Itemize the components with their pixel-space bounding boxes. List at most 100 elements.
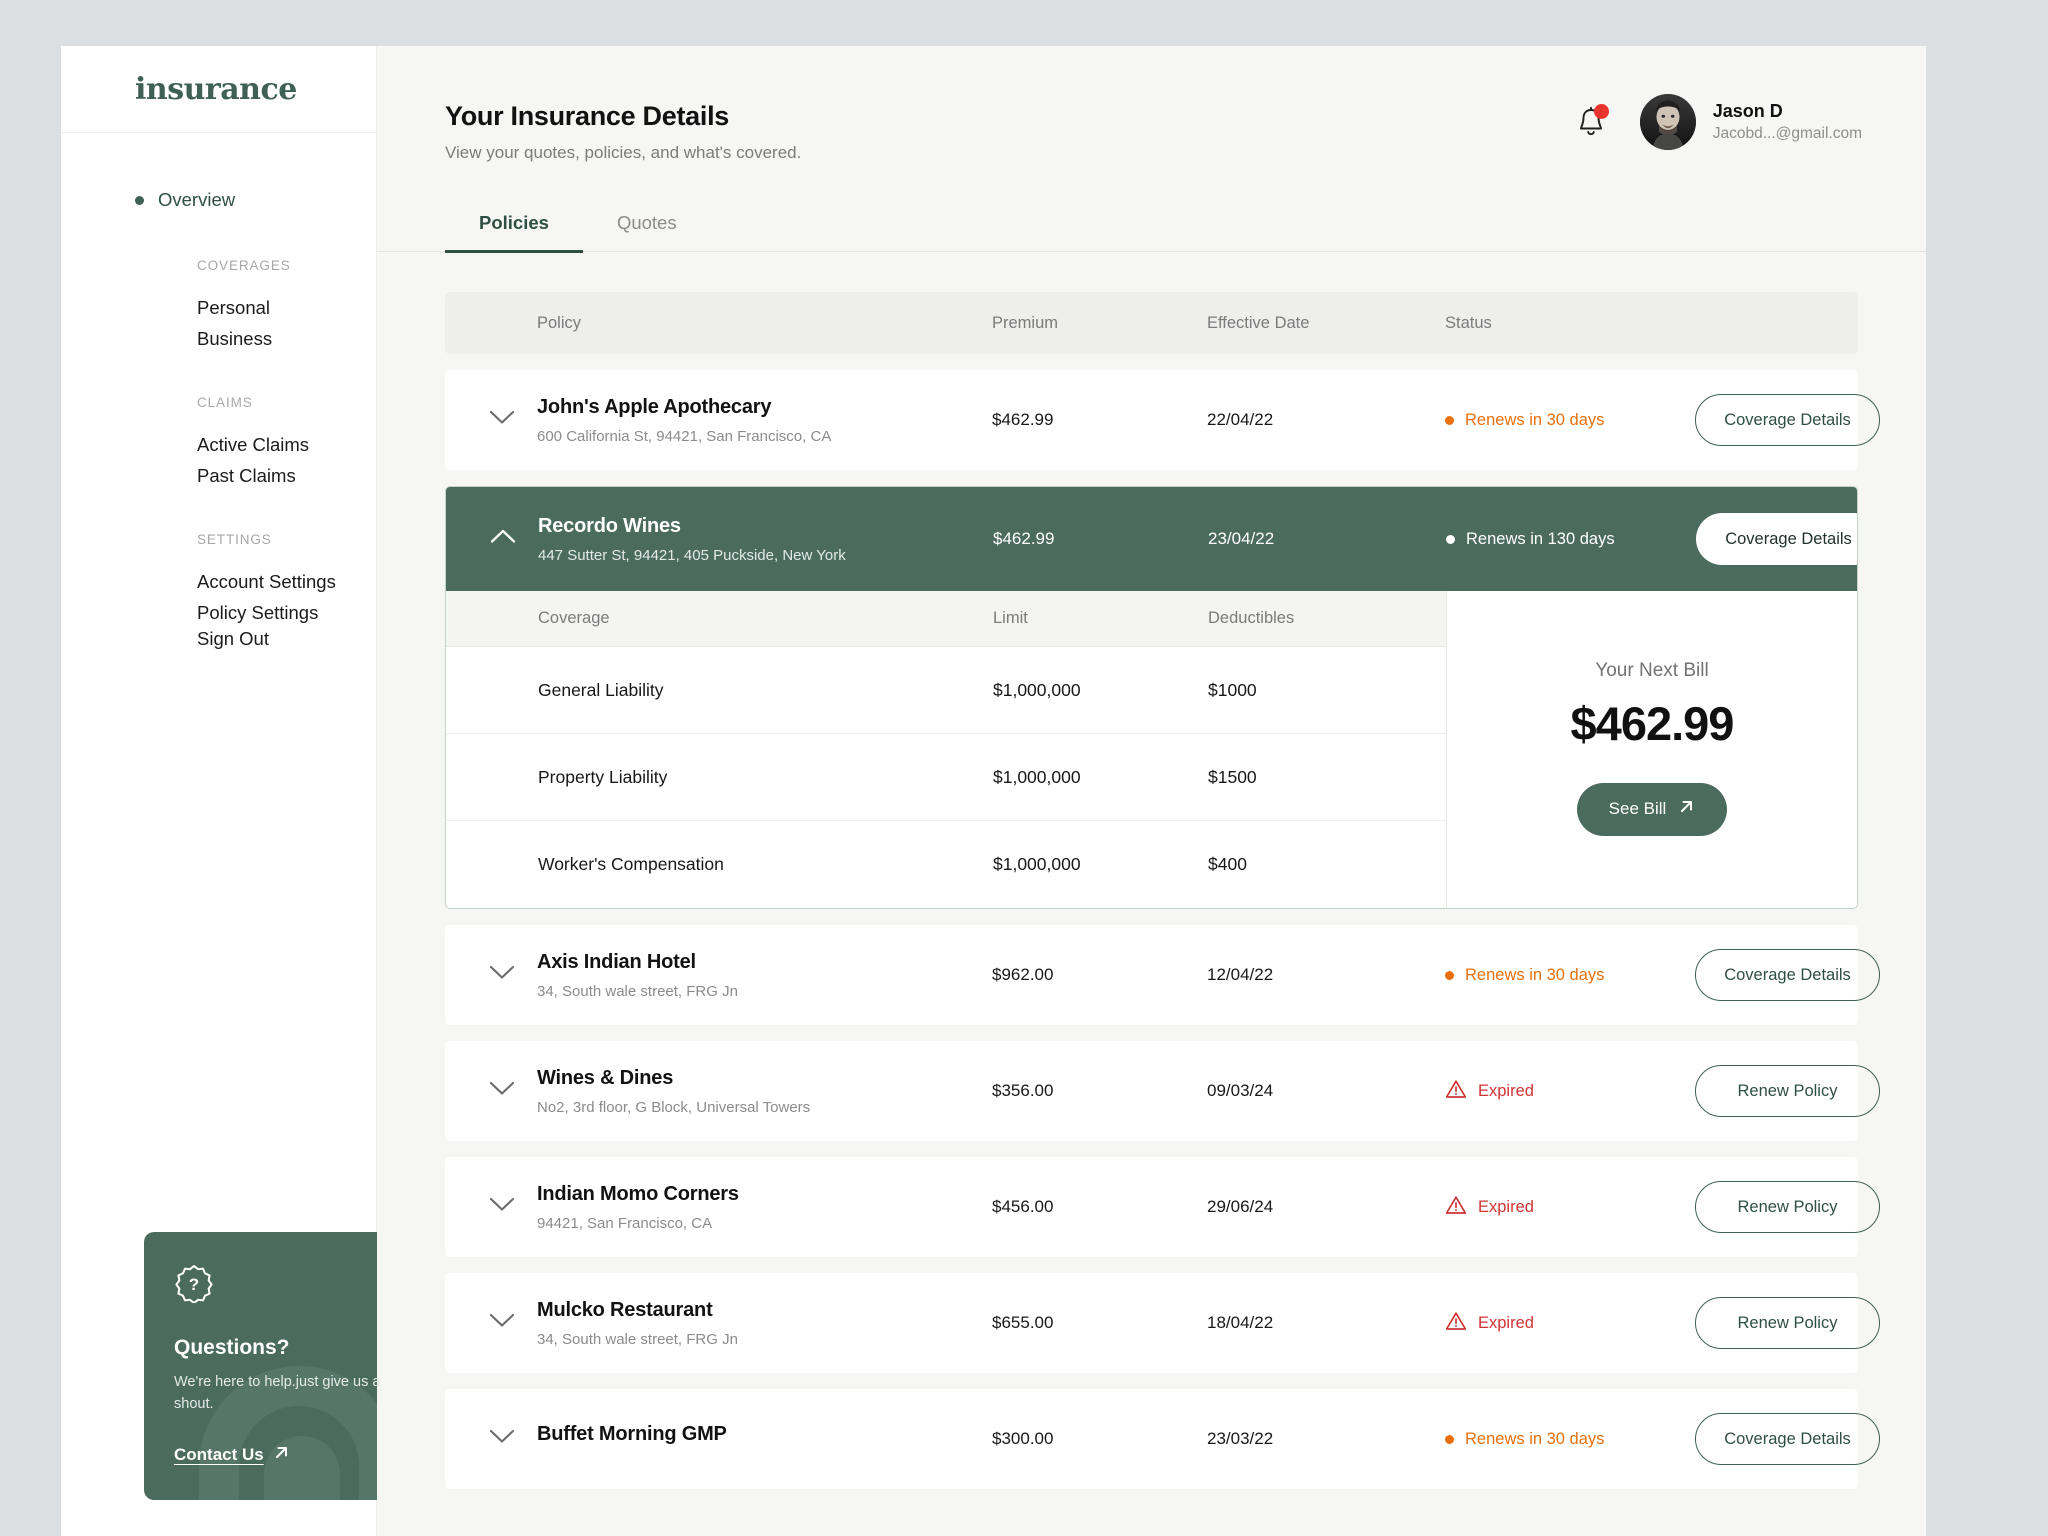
coverage-details-button[interactable]: Coverage Details: [1696, 513, 1858, 565]
row-action-cell: Coverage Details: [1696, 513, 1858, 565]
user-area: Jason D Jacobd...@gmail.com: [1576, 94, 1862, 150]
renew-policy-button[interactable]: Renew Policy: [1695, 1065, 1880, 1117]
renew-policy-button[interactable]: Renew Policy: [1695, 1297, 1880, 1349]
next-bill-panel: Your Next Bill $462.99 See Bill: [1447, 591, 1857, 908]
tab-quotes[interactable]: Quotes: [583, 212, 711, 251]
see-bill-label: See Bill: [1609, 799, 1667, 819]
row-action-cell: Renew Policy: [1695, 1297, 1902, 1349]
table-row[interactable]: Recordo Wines 447 Sutter St, 94421, 405 …: [446, 487, 1857, 591]
policy-info: Mulcko Restaurant 34, South wale street,…: [537, 1299, 992, 1348]
table-row[interactable]: Mulcko Restaurant 34, South wale street,…: [445, 1273, 1858, 1373]
policy-effective-date: 29/06/24: [1207, 1197, 1445, 1217]
coverage-header-row: Coverage Limit Deductibles: [446, 591, 1446, 647]
profile-text: Jason D Jacobd...@gmail.com: [1713, 101, 1862, 143]
sidebar-nav: Overview COVERAGES Personal Business CLA…: [61, 133, 376, 650]
expand-toggle[interactable]: [445, 1081, 537, 1101]
sidebar: insurance Overview COVERAGES Personal Bu…: [61, 46, 377, 1536]
expand-toggle[interactable]: [445, 1313, 537, 1333]
profile-menu[interactable]: Jason D Jacobd...@gmail.com: [1640, 94, 1862, 150]
avatar: [1640, 94, 1696, 150]
nav-spacer: [61, 491, 376, 532]
expand-toggle[interactable]: [445, 1429, 537, 1449]
coverage-name: Property Liability: [538, 767, 993, 788]
coverage-row: General Liability $1,000,000 $1000: [446, 647, 1446, 734]
coverage-details-button[interactable]: Coverage Details: [1695, 394, 1880, 446]
policy-effective-date: 23/04/22: [1208, 529, 1446, 549]
policy-address: 34, South wale street, FRG Jn: [537, 1331, 992, 1348]
status-label: Renews in 130 days: [1466, 530, 1615, 549]
policy-info: Axis Indian Hotel 34, South wale street,…: [537, 951, 992, 1000]
policies-table: Policy Premium Effective Date Status Joh…: [377, 252, 1926, 1489]
table-row[interactable]: John's Apple Apothecary 600 California S…: [445, 370, 1858, 470]
coverage-details-button[interactable]: Coverage Details: [1695, 949, 1880, 1001]
policy-premium: $462.99: [993, 529, 1208, 549]
coverage-limit: $1,000,000: [993, 767, 1208, 788]
policy-name: Indian Momo Corners: [537, 1183, 992, 1206]
policy-premium: $962.00: [992, 965, 1207, 985]
policy-info: Recordo Wines 447 Sutter St, 94421, 405 …: [538, 515, 993, 564]
expand-toggle[interactable]: [445, 1197, 537, 1217]
policy-address: 600 California St, 94421, San Francisco,…: [537, 428, 992, 445]
table-row[interactable]: Wines & Dines No2, 3rd floor, G Block, U…: [445, 1041, 1858, 1141]
sidebar-item-personal[interactable]: Personal: [197, 292, 376, 323]
sidebar-group-coverages-title: COVERAGES: [197, 258, 376, 273]
expand-toggle[interactable]: [445, 410, 537, 430]
column-header-coverage: Coverage: [538, 609, 993, 628]
see-bill-button[interactable]: See Bill: [1577, 783, 1728, 836]
sidebar-item-sign-out[interactable]: Sign Out: [61, 628, 269, 649]
profile-name: Jason D: [1713, 101, 1862, 122]
chevron-down-icon: [489, 1081, 515, 1101]
status-badge: Expired: [1445, 1311, 1695, 1336]
contact-us-label: Contact Us: [174, 1445, 264, 1465]
policy-premium: $300.00: [992, 1429, 1207, 1449]
nav-spacer: [61, 354, 376, 395]
column-header-effective-date: Effective Date: [1207, 314, 1445, 333]
policy-effective-date: 23/03/22: [1207, 1429, 1445, 1449]
coverage-limit: $1,000,000: [993, 854, 1208, 875]
sidebar-item-past-claims[interactable]: Past Claims: [197, 460, 376, 491]
column-header-limit: Limit: [993, 609, 1208, 628]
profile-email: Jacobd...@gmail.com: [1713, 125, 1862, 143]
status-label: Renews in 30 days: [1465, 1430, 1604, 1449]
policy-premium: $456.00: [992, 1197, 1207, 1217]
status-dot-icon: [1445, 416, 1454, 425]
warning-triangle-icon: [1445, 1311, 1467, 1336]
status-badge: Renews in 30 days: [1445, 411, 1695, 430]
status-dot-icon: [1445, 971, 1454, 980]
sidebar-item-overview[interactable]: Overview: [61, 186, 376, 214]
status-dot-icon: [1445, 1435, 1454, 1444]
status-label: Expired: [1478, 1082, 1534, 1101]
policy-name: Recordo Wines: [538, 515, 993, 538]
expand-toggle[interactable]: [445, 965, 537, 985]
column-header-premium: Premium: [992, 314, 1207, 333]
tab-policies[interactable]: Policies: [445, 212, 583, 251]
sidebar-item-policy-settings[interactable]: Policy Settings: [197, 597, 376, 628]
table-row[interactable]: Buffet Morning GMP $300.00 23/03/22 Rene…: [445, 1389, 1858, 1489]
table-row[interactable]: Axis Indian Hotel 34, South wale street,…: [445, 925, 1858, 1025]
coverage-table: Coverage Limit Deductibles General Liabi…: [446, 591, 1447, 908]
policy-effective-date: 22/04/22: [1207, 410, 1445, 430]
table-header-row: Policy Premium Effective Date Status: [445, 292, 1858, 354]
help-card-body: We're here to help.just give us a shout.: [174, 1371, 382, 1415]
status-badge: Expired: [1445, 1195, 1695, 1220]
collapse-toggle[interactable]: [446, 529, 538, 549]
sidebar-item-active-claims[interactable]: Active Claims: [197, 429, 376, 460]
notification-badge-dot: [1594, 104, 1609, 119]
policy-premium: $655.00: [992, 1313, 1207, 1333]
coverage-details-button[interactable]: Coverage Details: [1695, 1413, 1880, 1465]
notifications-button[interactable]: [1576, 106, 1606, 138]
row-action-cell: Coverage Details: [1695, 949, 1902, 1001]
sidebar-item-business[interactable]: Business: [197, 323, 376, 354]
sidebar-item-account-settings[interactable]: Account Settings: [197, 566, 376, 597]
table-row[interactable]: Indian Momo Corners 94421, San Francisco…: [445, 1157, 1858, 1257]
sidebar-group-claims-title: CLAIMS: [197, 395, 376, 410]
policy-name: John's Apple Apothecary: [537, 396, 992, 419]
renew-policy-button[interactable]: Renew Policy: [1695, 1181, 1880, 1233]
arrow-up-right-icon: [1678, 798, 1695, 820]
status-badge: Renews in 30 days: [1445, 1430, 1695, 1449]
policy-info: John's Apple Apothecary 600 California S…: [537, 396, 992, 445]
chevron-down-icon: [489, 1197, 515, 1217]
coverage-name: Worker's Compensation: [538, 854, 993, 875]
question-badge-icon: ?: [174, 1263, 393, 1308]
contact-us-link[interactable]: Contact Us: [174, 1444, 290, 1466]
